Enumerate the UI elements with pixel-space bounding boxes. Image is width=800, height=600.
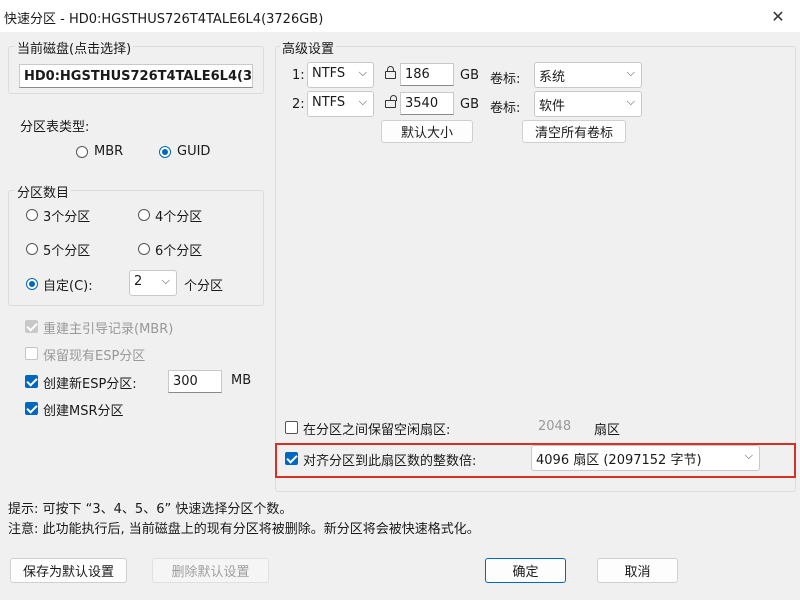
- keep-free-sectors-checkbox[interactable]: [285, 421, 298, 434]
- partition-2-volume-value: 软件: [539, 99, 566, 114]
- partition-2-volume-select[interactable]: 软件 ⌵: [534, 91, 642, 117]
- radio-3-partitions[interactable]: [26, 209, 38, 221]
- radio-4-partitions-label[interactable]: 4个分区: [155, 206, 202, 225]
- radio-guid[interactable]: [159, 146, 171, 158]
- create-msr-label[interactable]: 创建MSR分区: [43, 400, 124, 419]
- partition-1-fs-value: NTFS: [312, 66, 346, 81]
- partition-count-legend: 分区数目: [15, 182, 72, 201]
- radio-4-partitions[interactable]: [138, 209, 150, 221]
- custom-partition-count-select[interactable]: 2 ⌵: [129, 270, 177, 296]
- unlock-icon[interactable]: [385, 95, 397, 110]
- partition-table-label: 分区表类型:: [20, 120, 90, 135]
- chevron-down-icon: ⌵: [358, 66, 367, 79]
- custom-partition-suffix: 个分区: [184, 279, 224, 294]
- partition-2-size-input[interactable]: 3540: [400, 92, 454, 115]
- partition-1-volume-select[interactable]: 系统 ⌵: [534, 62, 642, 88]
- radio-custom-partitions[interactable]: [26, 278, 38, 290]
- clear-all-labels-button[interactable]: 清空所有卷标: [522, 120, 626, 143]
- custom-partition-count-value: 2: [134, 274, 143, 289]
- keep-free-sectors-unit: 扇区: [594, 423, 621, 438]
- partition-2-volume-label-caption: 卷标:: [490, 101, 521, 116]
- radio-custom-partitions-label[interactable]: 自定(C):: [43, 275, 93, 294]
- radio-mbr-label[interactable]: MBR: [94, 144, 123, 159]
- align-sectors-select[interactable]: 4096 扇区 (2097152 字节) ⌵: [531, 445, 760, 471]
- advanced-settings-legend: 高级设置: [280, 38, 337, 57]
- align-partitions-checkbox[interactable]: [285, 452, 298, 465]
- create-esp-checkbox[interactable]: [25, 375, 38, 388]
- keep-esp-label: 保留现有ESP分区: [43, 349, 146, 364]
- partition-1-index: 1:: [292, 68, 305, 83]
- partition-2-fs-value: NTFS: [312, 95, 346, 110]
- save-default-button[interactable]: 保存为默认设置: [10, 558, 127, 583]
- rebuild-mbr-checkbox[interactable]: [25, 320, 38, 333]
- align-sectors-value: 4096 扇区 (2097152 字节): [536, 453, 702, 468]
- rebuild-mbr-label: 重建主引导记录(MBR): [43, 322, 174, 337]
- current-disk-group: 当前磁盘(点击选择) HD0:HGSTHUS726T4TALE6L4(372: [8, 38, 264, 94]
- tip-text: 提示: 可按下 “3、4、5、6” 快速选择分区个数。: [8, 502, 293, 517]
- current-disk-legend: 当前磁盘(点击选择): [15, 38, 134, 57]
- keep-esp-checkbox[interactable]: [25, 347, 38, 360]
- align-partitions-label[interactable]: 对齐分区到此扇区数的整数倍:: [303, 450, 476, 469]
- esp-size-value: 300: [173, 374, 198, 389]
- current-disk-field[interactable]: HD0:HGSTHUS726T4TALE6L4(372: [19, 64, 253, 88]
- radio-6-partitions-label[interactable]: 6个分区: [155, 240, 202, 259]
- radio-guid-label[interactable]: GUID: [177, 144, 210, 159]
- chevron-down-icon: ⌵: [626, 66, 635, 79]
- chevron-down-icon: ⌵: [161, 274, 170, 287]
- lock-icon[interactable]: [385, 66, 396, 81]
- delete-default-button[interactable]: 删除默认设置: [152, 558, 269, 583]
- partition-2-index: 2:: [292, 97, 305, 112]
- create-esp-label[interactable]: 创建新ESP分区:: [43, 373, 137, 392]
- partition-1-size-unit: GB: [460, 68, 479, 83]
- radio-3-partitions-label[interactable]: 3个分区: [43, 206, 90, 225]
- current-disk-value: HD0:HGSTHUS726T4TALE6L4(372: [24, 69, 253, 84]
- radio-mbr[interactable]: [76, 146, 88, 158]
- partition-2-fs-select[interactable]: NTFS ⌵: [307, 91, 374, 117]
- dialog-body: 当前磁盘(点击选择) HD0:HGSTHUS726T4TALE6L4(372 分…: [0, 32, 800, 600]
- partition-1-size-value: 186: [405, 67, 430, 82]
- partition-2-size-value: 3540: [405, 96, 439, 111]
- radio-6-partitions[interactable]: [138, 243, 150, 255]
- keep-free-sectors-label[interactable]: 在分区之间保留空闲扇区:: [303, 419, 450, 438]
- radio-5-partitions[interactable]: [26, 243, 38, 255]
- cancel-button[interactable]: 取消: [597, 558, 678, 583]
- window-title: 快速分区 - HD0:HGSTHUS726T4TALE6L4(3726GB): [4, 12, 324, 27]
- partition-1-fs-select[interactable]: NTFS ⌵: [307, 62, 374, 88]
- esp-size-unit: MB: [231, 373, 252, 388]
- close-icon[interactable]: ✕: [756, 0, 800, 32]
- esp-size-input[interactable]: 300: [168, 370, 222, 393]
- keep-free-sectors-value: 2048: [538, 419, 572, 434]
- title-bar: 快速分区 - HD0:HGSTHUS726T4TALE6L4(3726GB) ✕: [0, 0, 800, 32]
- chevron-down-icon: ⌵: [358, 95, 367, 108]
- partition-1-volume-label-caption: 卷标:: [490, 72, 521, 87]
- default-size-button[interactable]: 默认大小: [381, 120, 473, 143]
- warning-text: 注意: 此功能执行后, 当前磁盘上的现有分区将被删除。新分区将会被快速格式化。: [8, 522, 480, 537]
- chevron-down-icon: ⌵: [744, 449, 753, 462]
- create-msr-checkbox[interactable]: [25, 402, 38, 415]
- partition-2-size-unit: GB: [460, 97, 479, 112]
- ok-button[interactable]: 确定: [485, 558, 566, 583]
- chevron-down-icon: ⌵: [626, 95, 635, 108]
- radio-5-partitions-label[interactable]: 5个分区: [43, 240, 90, 259]
- partition-1-volume-value: 系统: [539, 70, 566, 85]
- partition-1-size-input[interactable]: 186: [400, 63, 454, 86]
